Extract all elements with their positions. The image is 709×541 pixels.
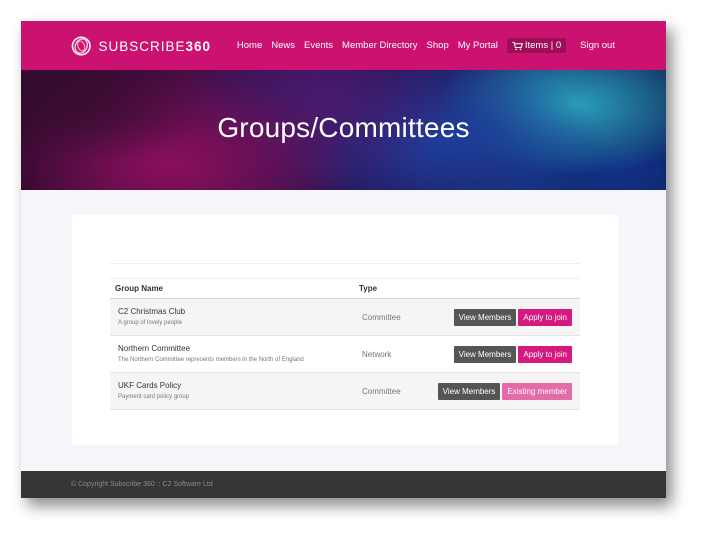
nav-shop[interactable]: Shop — [427, 40, 449, 51]
table-header: Group Name Type — [110, 278, 580, 299]
nav-member-directory[interactable]: Member Directory — [342, 40, 418, 51]
footer: © Copyright Subscribe 360 :: C2 Software… — [21, 471, 666, 498]
shopping-cart-icon — [512, 41, 523, 50]
group-description: The Northern Committee represents member… — [118, 357, 304, 363]
group-description: Payment card policy group — [118, 394, 190, 400]
apply-to-join-button[interactable]: Apply to join — [518, 309, 572, 326]
table-row: C2 Christmas Club A group of lovely peop… — [110, 299, 580, 336]
nav-news[interactable]: News — [271, 40, 295, 51]
nav-my-portal[interactable]: My Portal — [458, 40, 498, 51]
cart-label: Items | 0 — [524, 40, 562, 51]
hero-banner: Groups/Committees — [21, 70, 666, 190]
group-description: A group of lovely people — [118, 320, 183, 326]
header-group-name: Group Name — [115, 284, 164, 293]
group-type: Committee — [362, 387, 401, 396]
groups-table: Group Name Type C2 Christmas Club A grou… — [110, 278, 580, 410]
group-name: Northern Committee — [118, 344, 191, 353]
divider — [110, 263, 580, 264]
table-row: UKF Cards Policy Payment card policy gro… — [110, 373, 580, 410]
nav-sign-out[interactable]: Sign out — [580, 40, 615, 51]
apply-to-join-button[interactable]: Apply to join — [518, 346, 572, 363]
browser-page: SUBSCRIBE360 Home News Events Member Dir… — [21, 21, 666, 498]
copyright-text: © Copyright Subscribe 360 :: C2 Software… — [71, 481, 213, 488]
logo-swirl-icon — [71, 36, 91, 56]
nav-events[interactable]: Events — [304, 40, 333, 51]
group-name: UKF Cards Policy — [118, 381, 182, 390]
site-logo[interactable]: SUBSCRIBE360 — [71, 32, 211, 60]
view-members-button[interactable]: View Members — [453, 346, 517, 363]
row-actions: View Members Existing member — [437, 383, 572, 400]
cart-button[interactable]: Items | 0 — [506, 38, 567, 53]
nav-home[interactable]: Home — [237, 40, 262, 51]
logo-text: SUBSCRIBE360 — [98, 38, 211, 54]
table-row: Northern Committee The Northern Committe… — [110, 336, 580, 373]
content-card: Group Name Type C2 Christmas Club A grou… — [72, 215, 618, 445]
group-name: C2 Christmas Club — [118, 307, 186, 316]
group-type: Committee — [362, 313, 401, 322]
view-members-button[interactable]: View Members — [453, 309, 517, 326]
group-type: Network — [362, 350, 392, 359]
row-actions: View Members Apply to join — [453, 346, 572, 363]
existing-member-button[interactable]: Existing member — [502, 383, 572, 400]
page-title: Groups/Committees — [217, 112, 470, 143]
row-actions: View Members Apply to join — [453, 309, 572, 326]
header-type: Type — [359, 284, 378, 293]
view-members-button[interactable]: View Members — [437, 383, 501, 400]
main-nav: Home News Events Member Directory Shop M… — [237, 21, 666, 70]
top-navbar: SUBSCRIBE360 Home News Events Member Dir… — [21, 21, 666, 70]
